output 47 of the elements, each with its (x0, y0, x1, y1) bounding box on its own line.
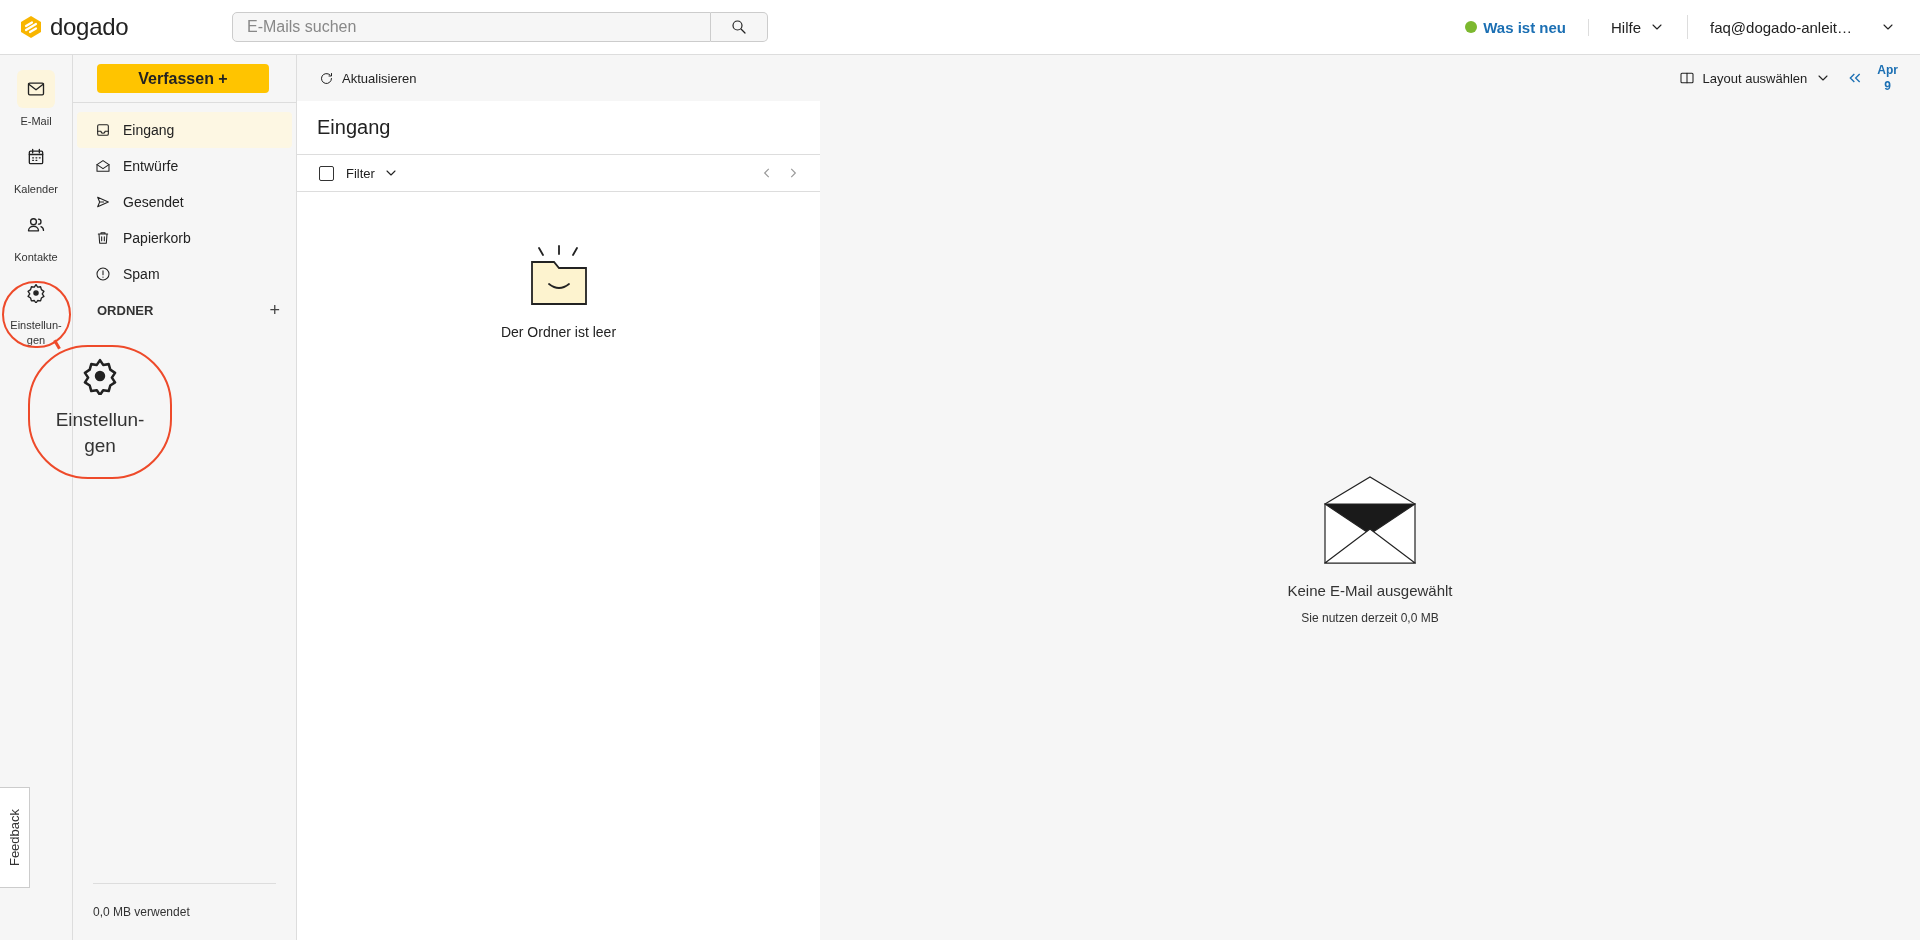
open-envelope-icon (1324, 476, 1416, 564)
date-label: Apr 9 (1877, 62, 1898, 94)
callout-bubble: Einstellun-gen (28, 345, 172, 479)
add-folder-button[interactable]: + (265, 299, 284, 321)
list-title: Eingang (297, 101, 820, 155)
folder-item[interactable]: Eingang (77, 112, 292, 148)
columns-icon (1678, 70, 1695, 86)
section-label: ORDNER (97, 302, 154, 318)
refresh-icon (319, 70, 334, 86)
inbox-icon (95, 122, 111, 138)
folder-item[interactable]: Entwürfe (77, 148, 292, 184)
send-icon (95, 194, 111, 210)
logo-text: dogado (50, 13, 129, 41)
storage-text: 0,0 MB verwendet (93, 905, 190, 919)
folder-item[interactable]: Gesendet (77, 184, 292, 220)
help-menu[interactable]: Hilfe (1589, 15, 1687, 39)
nav-item[interactable]: E-Mail (1, 70, 71, 129)
nav-item[interactable]: Kalender (1, 138, 71, 197)
empty-message: Der Ordner ist leer (500, 324, 617, 340)
calendar-icon (26, 147, 46, 167)
warning-icon (95, 266, 111, 282)
folder-item[interactable]: Papierkorb (77, 220, 292, 256)
highlight-ring (2, 281, 71, 348)
gear-icon (81, 357, 119, 395)
logo-icon (20, 15, 42, 39)
folder-item[interactable]: Spam (77, 256, 292, 292)
gear-icon (26, 283, 46, 303)
search-icon (730, 18, 748, 36)
feedback-tab[interactable]: Feedback (0, 787, 30, 888)
compose-button[interactable]: Verfassen + (97, 64, 269, 93)
trash-icon (95, 230, 111, 246)
account-menu[interactable]: faq@dogado-anleit… (1688, 15, 1900, 39)
select-all-checkbox[interactable] (319, 165, 334, 181)
usage-text: Sie nutzen derzeit 0,0 MB (1301, 611, 1439, 625)
callout-pointer (53, 339, 61, 350)
whats-new-link[interactable]: Was ist neu (1465, 18, 1589, 36)
open-envelope-icon (95, 158, 111, 174)
nav-item[interactable]: Einstellun-gen (1, 274, 71, 348)
empty-title: Keine E-Mail ausgewählt (1287, 582, 1453, 599)
search-field[interactable]: E-Mails suchen (232, 12, 711, 42)
contacts-icon (26, 215, 46, 235)
layout-menu[interactable]: Layout auswählen (1678, 70, 1832, 86)
nav-item[interactable]: Kontakte (1, 206, 71, 265)
search-button[interactable] (711, 12, 768, 42)
filter-menu[interactable]: Filter (346, 165, 399, 181)
empty-folder-icon (528, 244, 589, 308)
refresh-button[interactable]: Aktualisieren (319, 70, 417, 86)
